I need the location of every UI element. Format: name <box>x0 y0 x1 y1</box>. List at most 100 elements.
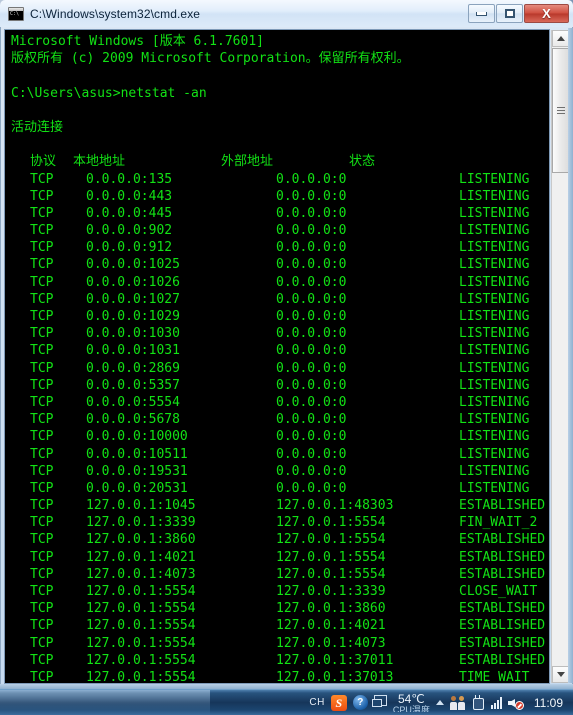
sogou-ime-icon[interactable]: S <box>330 694 347 711</box>
cell-state: LISTENING <box>459 205 530 221</box>
windows-restore-icon[interactable] <box>371 694 387 707</box>
cell-foreign-address: 0.0.0.0:0 <box>276 463 347 479</box>
network-signal-icon[interactable] <box>490 696 502 709</box>
cell-local-address: 0.0.0.0:20531 <box>86 480 188 496</box>
cell-state: LISTENING <box>459 377 530 393</box>
cell-state: LISTENING <box>459 480 530 496</box>
cell-proto: TCP <box>30 240 54 256</box>
console-icon <box>8 6 24 21</box>
cell-local-address: 0.0.0.0:1031 <box>86 343 180 359</box>
cell-proto: TCP <box>30 223 54 239</box>
cell-state: LISTENING <box>459 291 530 307</box>
cell-proto: TCP <box>30 429 54 445</box>
column-header-foreign: 外部地址 <box>221 154 274 170</box>
scroll-up-button[interactable] <box>552 30 569 47</box>
section-title: 活动连接 <box>11 119 64 135</box>
cell-state: ESTABLISHED <box>459 635 546 651</box>
contacts-icon[interactable] <box>449 695 465 710</box>
title-bar[interactable]: C:\Windows\system32\cmd.exe X <box>0 0 573 27</box>
cell-foreign-address: 0.0.0.0:0 <box>276 326 347 342</box>
cell-foreign-address: 127.0.0.1:48303 <box>276 498 394 514</box>
minimize-button[interactable] <box>468 4 495 23</box>
column-header-state: 状态 <box>349 154 376 170</box>
cell-foreign-address: 127.0.0.1:5554 <box>276 532 386 548</box>
chevron-up-icon <box>556 36 565 41</box>
cell-local-address: 0.0.0.0:10000 <box>86 429 188 445</box>
cell-foreign-address: 0.0.0.0:0 <box>276 205 347 221</box>
maximize-icon <box>504 9 515 18</box>
table-row: TCP 0.0.0.0:135 0.0.0.0:0 LISTENING <box>11 171 549 188</box>
volume-muted-icon[interactable] <box>507 696 524 710</box>
cell-state: LISTENING <box>459 171 530 187</box>
cell-proto: TCP <box>30 291 54 307</box>
window-controls[interactable]: X <box>467 4 569 23</box>
table-row: TCP 0.0.0.0:2869 0.0.0.0:0 LISTENING <box>11 360 549 377</box>
table-row: TCP 0.0.0.0:443 0.0.0.0:0 LISTENING <box>11 188 549 205</box>
ime-indicator[interactable]: CH <box>309 697 324 708</box>
table-row: TCP 0.0.0.0:20531 0.0.0.0:0 LISTENING <box>11 480 549 497</box>
column-header-local: 本地地址 <box>73 154 126 170</box>
power-plug-icon[interactable] <box>471 694 485 710</box>
console-text: Microsoft Windows [版本 6.1.7601] 版权所有 (c) … <box>11 33 549 684</box>
cell-local-address: 127.0.0.1:5554 <box>86 618 196 634</box>
cell-foreign-address: 0.0.0.0:0 <box>276 412 347 428</box>
cell-foreign-address: 0.0.0.0:0 <box>276 343 347 359</box>
cell-proto: TCP <box>30 274 54 290</box>
cell-local-address: 0.0.0.0:902 <box>86 223 173 239</box>
table-row: TCP 0.0.0.0:1029 0.0.0.0:0 LISTENING <box>11 308 549 325</box>
cell-state: LISTENING <box>459 309 530 324</box>
table-row: TCP 127.0.0.1:5554 127.0.0.1:37011 ESTABLIS… <box>11 652 549 669</box>
cell-foreign-address: 127.0.0.1:4021 <box>276 618 386 634</box>
cell-proto: TCP <box>30 601 54 617</box>
scroll-down-button[interactable] <box>552 666 569 683</box>
scrollbar-thumb[interactable] <box>552 48 569 173</box>
cell-local-address: 127.0.0.1:3860 <box>86 532 196 548</box>
cell-foreign-address: 127.0.0.1:3339 <box>276 584 386 599</box>
console-output-area[interactable]: Microsoft Windows [版本 6.1.7601] 版权所有 (c) … <box>4 29 550 684</box>
table-header-row: 协议 本地地址 外部地址 状态 <box>11 153 549 170</box>
table-row: TCP 127.0.0.1:1045 127.0.0.1:48303 ESTABLIS… <box>11 497 549 514</box>
cell-local-address: 0.0.0.0:1025 <box>86 257 180 273</box>
cmd-console-window[interactable]: C:\Windows\system32\cmd.exe X Microsoft … <box>0 0 573 689</box>
maximize-button[interactable] <box>496 4 523 23</box>
taskbar-clock[interactable]: 11:09 <box>534 697 567 709</box>
banner-line-2: 版权所有 (c) 2009 Microsoft Corporation。保留所有… <box>11 51 410 67</box>
windows-taskbar[interactable]: CH S ? 54℃ CPU温度 11:09 <box>0 689 573 715</box>
cell-foreign-address: 127.0.0.1:37013 <box>276 669 394 684</box>
system-tray[interactable]: CH S ? 54℃ CPU温度 11:09 <box>309 693 573 712</box>
cell-local-address: 0.0.0.0:135 <box>86 171 173 187</box>
cell-local-address: 0.0.0.0:1026 <box>86 274 180 290</box>
cpu-temperature-widget[interactable]: 54℃ CPU温度 <box>393 693 430 712</box>
table-row: TCP 0.0.0.0:5357 0.0.0.0:0 LISTENING <box>11 377 549 394</box>
window-title: C:\Windows\system32\cmd.exe <box>30 6 201 21</box>
cell-state: LISTENING <box>459 326 530 342</box>
cell-foreign-address: 127.0.0.1:5554 <box>276 549 386 565</box>
help-icon[interactable]: ? <box>352 695 368 710</box>
prompt-line: C:\Users\asus>netstat -an <box>11 85 207 101</box>
cell-proto: TCP <box>30 343 54 359</box>
cell-proto: TCP <box>30 566 54 582</box>
cell-state: ESTABLISHED <box>459 566 546 582</box>
close-icon: X <box>542 6 551 21</box>
cell-local-address: 0.0.0.0:1030 <box>86 326 180 342</box>
cell-foreign-address: 127.0.0.1:3860 <box>276 601 386 617</box>
cell-proto: TCP <box>30 549 54 565</box>
chevron-down-icon <box>556 672 565 677</box>
cell-state: LISTENING <box>459 412 530 428</box>
cell-local-address: 127.0.0.1:4021 <box>86 549 196 565</box>
cell-local-address: 127.0.0.1:5554 <box>86 635 196 651</box>
close-button[interactable]: X <box>524 4 569 23</box>
console-scrollbar[interactable] <box>551 30 569 683</box>
cell-foreign-address: 127.0.0.1:4073 <box>276 635 386 651</box>
show-hidden-icons-icon[interactable] <box>435 700 444 705</box>
cell-foreign-address: 0.0.0.0:0 <box>276 274 347 290</box>
cell-foreign-address: 0.0.0.0:0 <box>276 171 347 187</box>
cell-state: LISTENING <box>459 429 530 445</box>
table-row: TCP 127.0.0.1:4073 127.0.0.1:5554 ESTABLISH… <box>11 566 549 583</box>
table-row: TCP 0.0.0.0:1026 0.0.0.0:0 LISTENING <box>11 274 549 291</box>
table-row: TCP 127.0.0.1:5554 127.0.0.1:37013 TIME_WAI… <box>11 669 549 684</box>
cell-state: ESTABLISHED <box>459 601 546 617</box>
cell-state: ESTABLISHED <box>459 652 546 668</box>
